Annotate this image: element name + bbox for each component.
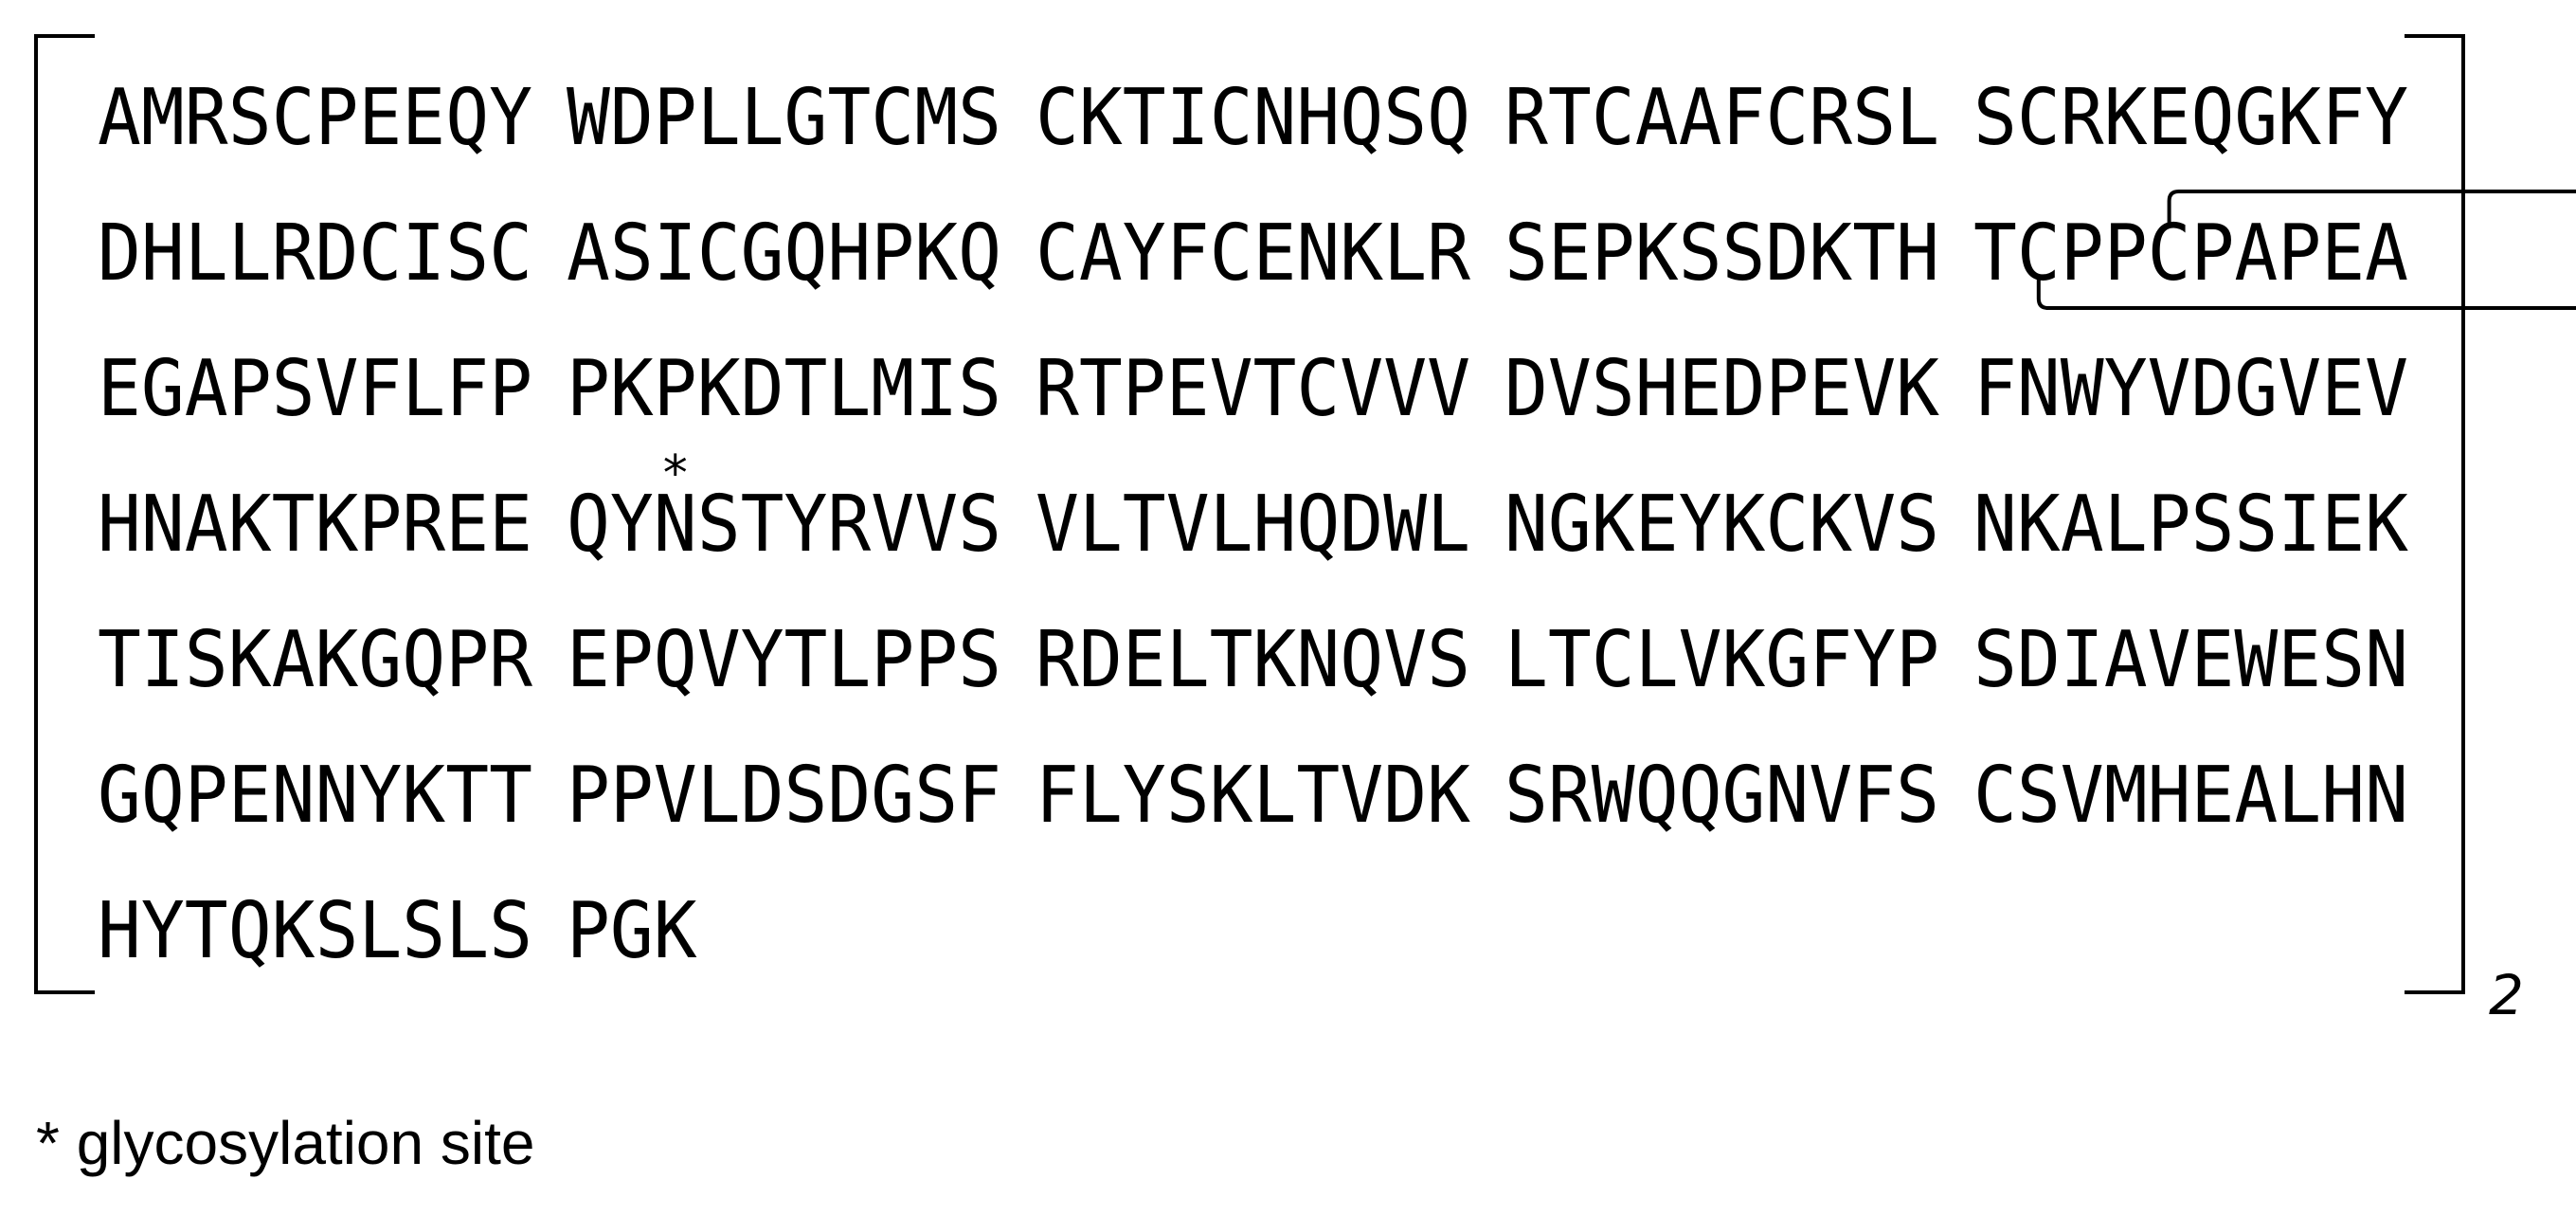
sequence-block: CAYFCENKLR bbox=[1036, 209, 1471, 299]
sequence-block: CSVMHEALHN bbox=[1973, 751, 2408, 841]
sequence-row: EGAPSVFLFP PKPKDTLMIS RTPEVTCVVV DVSHEDPEVK… bbox=[98, 344, 2408, 434]
sequence-block: PKPKDTLMIS bbox=[567, 344, 1001, 434]
sequence-block: LTCLVKGFYP bbox=[1504, 615, 1939, 705]
sequence-block: NGKEYKCKVS bbox=[1504, 480, 1939, 570]
sequence-block: CKTICNHQSQ bbox=[1036, 73, 1470, 163]
sequence-diagram: 2 AMRSCPEEQY WDPLLGTCMS CKTICNHQSQ RTCAAFCR… bbox=[34, 34, 2576, 1177]
sequence-block: AMRSCPEEQY bbox=[98, 73, 532, 163]
sequence-block: FNWYVDGVEV bbox=[1973, 344, 2408, 434]
sequence-block: HYTQKSLSLS bbox=[98, 886, 532, 976]
sequence-row: AMRSCPEEQY WDPLLGTCMS CKTICNHQSQ RTCAAFCRSL… bbox=[98, 73, 2408, 163]
right-bracket bbox=[2405, 34, 2465, 994]
sequence-rows: AMRSCPEEQY WDPLLGTCMS CKTICNHQSQ RTCAAFCRSL… bbox=[98, 73, 2409, 976]
sequence-row: TISKAKGQPR EPQVYTLPPS RDELTKNQVS LTCLVKGFYP… bbox=[98, 615, 2408, 705]
sequence-block: DHLLRDCISC bbox=[98, 209, 532, 299]
sequence-block: RTPEVTCVVV bbox=[1036, 344, 1470, 434]
left-bracket bbox=[34, 34, 95, 994]
sequence-block: RTCAAFCRSL bbox=[1504, 73, 1939, 163]
sequence-block: ASICGQHPKQ bbox=[567, 209, 1001, 299]
sequence-row: DHLLRDCISC ASICGQHPKQ CAYFCENKLR SEPKSSDKTH… bbox=[98, 209, 2408, 299]
sequence-row: HYTQKSLSLS PGK bbox=[98, 886, 697, 976]
glycosylation-legend: * glycosylation site bbox=[36, 1109, 534, 1177]
sequence-block: SRWQQGNVFS bbox=[1504, 751, 1939, 841]
sequence-block: GQPENNYKTT bbox=[98, 751, 532, 841]
sequence-block: WDPLLGTCMS bbox=[567, 73, 1001, 163]
sequence-block: PGK bbox=[567, 886, 697, 976]
sequence-row: HNAKTKPREE QYNSTYRVVS VLTVLHQDWL NGKEYKCKVS… bbox=[98, 480, 2409, 570]
sequence-row: GQPENNYKTT PPVLDSDGSF FLYSKLTVDK SRWQQGNVFS… bbox=[98, 751, 2408, 841]
sequence-block: PPVLDSDGSF bbox=[567, 751, 1001, 841]
sequence-block: SDIAVEWESN bbox=[1973, 615, 2408, 705]
sequence-block: EGAPSVFLFP bbox=[98, 344, 532, 434]
glycosylation-marker: * bbox=[663, 445, 688, 502]
sequence-block: QYNSTYRVVS bbox=[567, 480, 1001, 570]
sequence-block: SCRKEQGKFY bbox=[1973, 73, 2408, 163]
sequence-block: SEPKSSDKTH bbox=[1504, 209, 1939, 299]
sequence-block: TISKAKGQPR bbox=[98, 615, 533, 705]
sequence-block: EPQVYTLPPS bbox=[567, 615, 1001, 705]
sequence-block: FLYSKLTVDK bbox=[1036, 751, 1471, 841]
sequence-block: VLTVLHQDWL bbox=[1036, 480, 1470, 570]
sequence-block: NKALPSSIEK bbox=[1973, 480, 2409, 570]
sequence-block: RDELTKNQVS bbox=[1036, 615, 1470, 705]
bracket-subscript: 2 bbox=[2489, 963, 2524, 1027]
sequence-block: HNAKTKPREE bbox=[98, 480, 532, 570]
sequence-block: DVSHEDPEVK bbox=[1504, 344, 1940, 434]
